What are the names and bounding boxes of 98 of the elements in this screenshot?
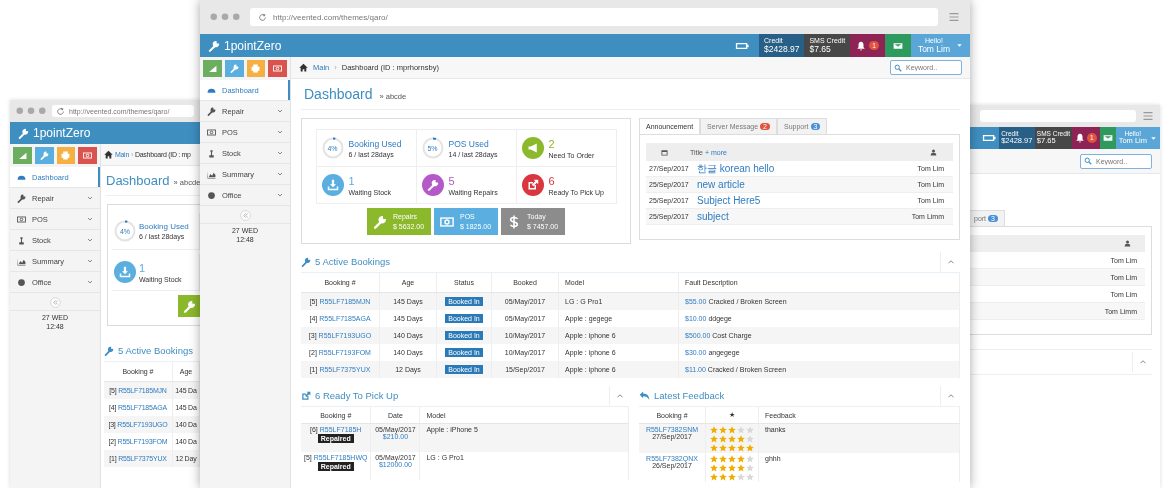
page-title: Dashboard <box>106 173 170 188</box>
bar-chart-icon <box>17 151 27 160</box>
panel-title: 5 Active Bookings <box>315 256 390 267</box>
circle-icon <box>207 190 216 200</box>
address-bar[interactable]: http://veented.com/themes/qaro/ <box>250 8 938 26</box>
announcement-link[interactable]: Subject Here5 <box>697 195 890 206</box>
chevron-down-icon <box>87 279 93 285</box>
reply-icon <box>639 390 650 401</box>
stat-value: 6 <box>548 174 556 187</box>
menu-icon <box>1142 110 1154 122</box>
progress-ring <box>321 137 344 159</box>
page-title: Dashboard <box>304 86 373 102</box>
home-icon <box>104 150 113 159</box>
mail-icon <box>1102 133 1113 143</box>
mail-icon <box>892 40 903 51</box>
stats-button[interactable] <box>203 60 222 77</box>
caret-down-icon <box>956 42 963 49</box>
panel-title: 6 Ready To Pick Up <box>315 390 399 401</box>
progress-ring <box>421 137 444 159</box>
chevron-up-icon <box>946 391 955 400</box>
dollar-icon <box>507 214 521 229</box>
wrench-icon <box>301 256 311 267</box>
cash-icon <box>207 127 216 137</box>
calendar-icon <box>660 148 668 156</box>
repair-button[interactable] <box>224 60 244 77</box>
window-controls-icon <box>16 107 46 115</box>
wrench-icon <box>17 193 26 203</box>
collapse-icon <box>49 297 61 308</box>
user-icon <box>929 148 937 156</box>
wrench-icon <box>104 345 114 356</box>
cash-button[interactable] <box>78 147 97 164</box>
stat-title: Booking Used <box>348 138 402 149</box>
chevron-down-icon <box>277 129 283 135</box>
panel-title: 5 Active Bookings <box>118 345 193 356</box>
bar-chart-icon <box>207 64 217 73</box>
repair-button[interactable] <box>34 147 54 164</box>
stat-value: 1 <box>348 174 356 187</box>
download-icon <box>326 179 339 191</box>
stats-button[interactable] <box>13 147 32 164</box>
download-icon <box>119 266 131 278</box>
chevron-down-icon <box>277 150 283 156</box>
wrench-icon <box>426 179 439 191</box>
chevron-down-icon <box>87 195 93 201</box>
user-icon <box>1124 240 1131 247</box>
chevron-down-icon <box>277 192 283 198</box>
chevron-up-icon <box>1138 358 1147 366</box>
chevron-down-icon <box>87 216 93 222</box>
caret-down-icon <box>1150 134 1157 142</box>
progress-ring <box>114 220 136 242</box>
wrench-icon <box>229 64 239 73</box>
bell-icon <box>1075 133 1086 143</box>
stat-title: POS Used <box>448 138 490 149</box>
wrench-icon <box>182 299 196 313</box>
cash-icon <box>17 214 26 224</box>
home-icon <box>299 63 308 72</box>
wrench-icon <box>208 39 220 52</box>
cash-icon <box>440 214 454 229</box>
stat-value: 1 <box>139 261 147 274</box>
app-logo: 1pointZero <box>33 126 91 140</box>
print-button[interactable] <box>246 60 266 77</box>
external-link-icon <box>526 179 539 191</box>
chevron-down-icon <box>277 171 283 177</box>
stat-value: 2 <box>548 137 556 150</box>
stat-value: 5 <box>448 174 456 187</box>
panel-title: Latest Feedback <box>654 390 725 401</box>
cash-icon <box>83 151 93 160</box>
messages-button[interactable] <box>884 34 911 57</box>
announcement-link[interactable]: subject <box>697 211 890 222</box>
chevron-down-icon <box>87 258 93 264</box>
wrench-icon <box>373 214 387 229</box>
wrench-icon <box>18 127 29 139</box>
announcement-link[interactable]: new article <box>697 179 890 190</box>
menu-icon <box>948 11 960 23</box>
app-logo: 1pointZero <box>224 38 282 53</box>
chevron-up-icon <box>946 257 955 266</box>
cash-button[interactable] <box>268 60 287 77</box>
wrench-icon <box>39 151 49 160</box>
megaphone-icon <box>526 142 539 154</box>
cash-icon <box>273 64 283 73</box>
reload-icon <box>56 106 65 116</box>
printer-icon <box>251 64 261 73</box>
print-button[interactable] <box>56 147 76 164</box>
stat-title: Booking Used <box>139 222 189 231</box>
reload-icon <box>258 12 267 22</box>
collapse-icon <box>239 210 251 221</box>
bell-icon <box>856 40 867 51</box>
external-link-icon <box>301 390 311 401</box>
repairs-total-button[interactable] <box>178 295 200 317</box>
circle-icon <box>17 277 26 287</box>
wrench-icon <box>207 106 216 116</box>
window-controls-icon <box>210 13 240 21</box>
announcement-link[interactable]: 한글 korean hello <box>697 161 890 176</box>
printer-icon <box>61 151 71 160</box>
chevron-down-icon <box>277 108 283 114</box>
tower-icon <box>17 235 26 245</box>
chevron-down-icon <box>87 237 93 243</box>
tower-icon <box>207 148 216 158</box>
chevron-up-icon <box>615 391 624 400</box>
